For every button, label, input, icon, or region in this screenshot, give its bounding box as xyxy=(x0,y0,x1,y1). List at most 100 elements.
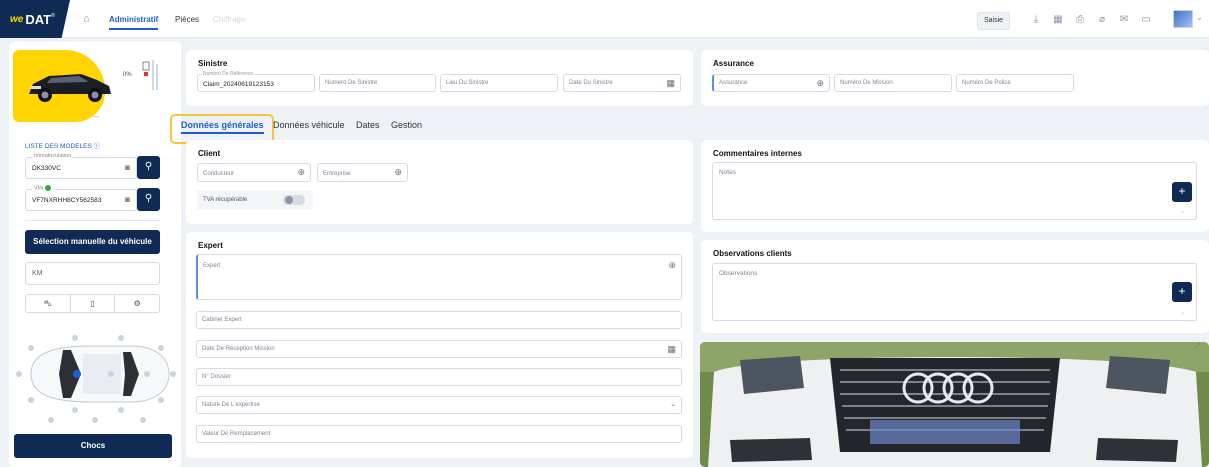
add-circle-icon[interactable]: ⊕ xyxy=(297,167,305,177)
chocs-button[interactable]: Chocs xyxy=(14,434,172,458)
search-icon: ⚲ xyxy=(144,193,153,204)
tab-donnees-generales[interactable]: Données générales xyxy=(181,120,264,134)
tab-gestion[interactable]: Gestion xyxy=(391,120,422,130)
entreprise-placeholder: Entreprise xyxy=(323,171,351,177)
numero-sinistre-field[interactable]: Numero De Sinistre xyxy=(319,74,436,92)
nature-expertise-select[interactable]: Nature De L'expertise ⌄ xyxy=(196,396,682,414)
download-icon[interactable]: ⤓ xyxy=(1030,14,1042,26)
chat-icon[interactable]: ▭ xyxy=(1140,14,1152,26)
vehicle-sidebar: 0% — LISTE DES MODELES ⓘ Immatriculation… xyxy=(9,42,181,467)
dossier-placeholder: N° Dossier xyxy=(202,374,231,380)
camera-icon[interactable]: ◙ xyxy=(125,195,130,204)
home-icon[interactable]: ⌂ xyxy=(83,13,95,25)
conducteur-field[interactable]: Conducteur ⊕ xyxy=(197,163,311,182)
vehicle-image xyxy=(29,74,111,102)
cabinet-expert-field[interactable]: Cabinet Expert xyxy=(196,311,682,329)
vin-value: VF7NXRHH8CY562583 xyxy=(32,197,102,204)
tab-donnees-vehicule[interactable]: Données véhicule xyxy=(273,120,345,130)
numero-police-placeholder: Numéro De Police xyxy=(962,80,1011,86)
expert-placeholder: Expert xyxy=(203,263,221,269)
add-note-button[interactable]: + xyxy=(1172,182,1192,202)
date-sinistre-field[interactable]: Date Du Sinistre ▦ xyxy=(563,74,681,92)
wedat-logo[interactable]: we DAT ® xyxy=(0,0,70,38)
user-avatar[interactable] xyxy=(1173,10,1193,28)
document-settings-icon[interactable]: ⚙ xyxy=(115,295,159,312)
models-list-label[interactable]: LISTE DES MODELES xyxy=(25,143,92,150)
tva-toggle[interactable] xyxy=(283,195,305,205)
vin-field[interactable]: VIN VF7NXRHH8CY562583 ◙ xyxy=(25,185,137,211)
valeur-remplacement-placeholder: Valeur De Remplacement xyxy=(202,431,271,437)
chevron-down-icon[interactable]: ⌄ xyxy=(1180,207,1186,215)
cabinet-expert-placeholder: Cabinet Expert xyxy=(202,317,242,323)
expert-card: Expert Expert ⊕ Cabinet Expert Date De R… xyxy=(186,232,693,458)
date-sinistre-placeholder: Date Du Sinistre xyxy=(569,80,613,86)
info-icon: ⓘ xyxy=(93,143,101,150)
chevron-down-icon[interactable]: ⌄ xyxy=(1180,308,1186,316)
date-reception-placeholder: Date De Réception Mission xyxy=(202,346,275,352)
mail-icon[interactable]: ✉ xyxy=(1118,14,1130,26)
reference-label: Numéro De Référence xyxy=(202,71,255,77)
valeur-remplacement-field[interactable]: Valeur De Remplacement xyxy=(196,425,682,443)
saisie-button[interactable]: Saisie xyxy=(977,12,1010,30)
observations-card: Observations clients Observations + ⌄ xyxy=(701,240,1209,333)
expert-field[interactable]: Expert ⊕ xyxy=(196,254,682,300)
immatriculation-search-button[interactable]: ⚲ xyxy=(137,156,160,179)
print-icon[interactable]: ⎙ xyxy=(1074,14,1086,26)
immatriculation-value: DK330VC xyxy=(32,165,61,172)
numero-police-field[interactable]: Numéro De Police xyxy=(956,74,1074,92)
car-view-icon[interactable]: ⛍ xyxy=(26,295,71,312)
observations-textarea[interactable]: Observations xyxy=(712,263,1197,321)
reference-field[interactable]: Numéro De Référence Claim_20240619123153 xyxy=(197,71,315,92)
add-circle-icon[interactable]: ⊕ xyxy=(668,260,676,270)
vehicle-dash: — xyxy=(93,114,99,120)
calendar-icon[interactable]: ▦ xyxy=(1052,14,1064,26)
client-card: Client Conducteur ⊕ Entreprise ⊕ xyxy=(186,140,693,224)
book-icon[interactable]: ▯ xyxy=(71,295,116,312)
add-circle-icon[interactable]: ⊕ xyxy=(394,167,402,177)
vin-label: VIN xyxy=(32,185,54,192)
expand-icon[interactable]: ⤢ xyxy=(1195,343,1201,351)
assurance-field[interactable]: Assurance ⊕ xyxy=(712,74,830,92)
conducteur-placeholder: Conducteur xyxy=(203,171,235,177)
nav-tab-administratif[interactable]: Administratif xyxy=(109,15,159,30)
numero-mission-field[interactable]: Numéro De Mission xyxy=(834,74,952,92)
client-title: Client xyxy=(198,149,221,158)
check-icon xyxy=(45,185,52,191)
damage-percentage: 0% xyxy=(123,72,132,78)
chevron-down-icon[interactable]: ⌄ xyxy=(670,400,676,410)
add-circle-icon[interactable]: ⊕ xyxy=(816,78,824,88)
date-reception-field[interactable]: Date De Réception Mission ▦ xyxy=(196,340,682,358)
dossier-field[interactable]: N° Dossier xyxy=(196,368,682,386)
tva-label: TVA récupérable xyxy=(203,197,248,203)
camera-icon[interactable]: ◙ xyxy=(125,163,130,172)
logo-we: we xyxy=(10,13,24,25)
expert-title: Expert xyxy=(198,241,223,250)
commentaires-card: Commentaires internes Notes + ⌄ xyxy=(701,140,1209,232)
chevron-down-icon[interactable]: ⌄ xyxy=(1196,13,1203,22)
km-input[interactable]: KM xyxy=(25,262,160,285)
observations-placeholder: Observations xyxy=(719,270,758,277)
models-list-link[interactable]: LISTE DES MODELES ⓘ xyxy=(25,140,100,150)
assurance-placeholder: Assurance xyxy=(719,80,748,86)
calendar-icon[interactable]: ▦ xyxy=(666,78,675,88)
logo-reg: ® xyxy=(51,13,55,19)
add-observation-button[interactable]: + xyxy=(1172,282,1192,302)
immatriculation-label: Immatriculation xyxy=(32,153,74,159)
manual-vehicle-selection-button[interactable]: Sélection manuelle du véhicule xyxy=(25,230,160,254)
vehicle-photo[interactable] xyxy=(700,342,1209,467)
vehicle-damage-diagram[interactable] xyxy=(11,324,179,424)
lieu-sinistre-field[interactable]: Lieu Du Sinistre xyxy=(440,74,558,92)
tab-dates[interactable]: Dates xyxy=(356,120,380,130)
attach-icon[interactable]: ⌀ xyxy=(1096,14,1108,26)
vin-search-button[interactable]: ⚲ xyxy=(137,188,160,211)
reference-value: Claim_20240619123153 xyxy=(203,81,274,88)
divider xyxy=(25,220,160,221)
immatriculation-field[interactable]: Immatriculation DK330VC ◙ xyxy=(25,153,137,179)
numero-mission-placeholder: Numéro De Mission xyxy=(840,80,893,86)
nav-tab-pieces[interactable]: Pièces xyxy=(175,15,199,24)
top-bar: we DAT ® ⌂ Administratif Pièces Chiffrag… xyxy=(0,0,1209,38)
notes-textarea[interactable]: Notes xyxy=(712,162,1197,220)
numero-sinistre-placeholder: Numero De Sinistre xyxy=(325,80,378,86)
entreprise-field[interactable]: Entreprise ⊕ xyxy=(317,163,408,182)
calendar-icon[interactable]: ▦ xyxy=(667,344,676,354)
